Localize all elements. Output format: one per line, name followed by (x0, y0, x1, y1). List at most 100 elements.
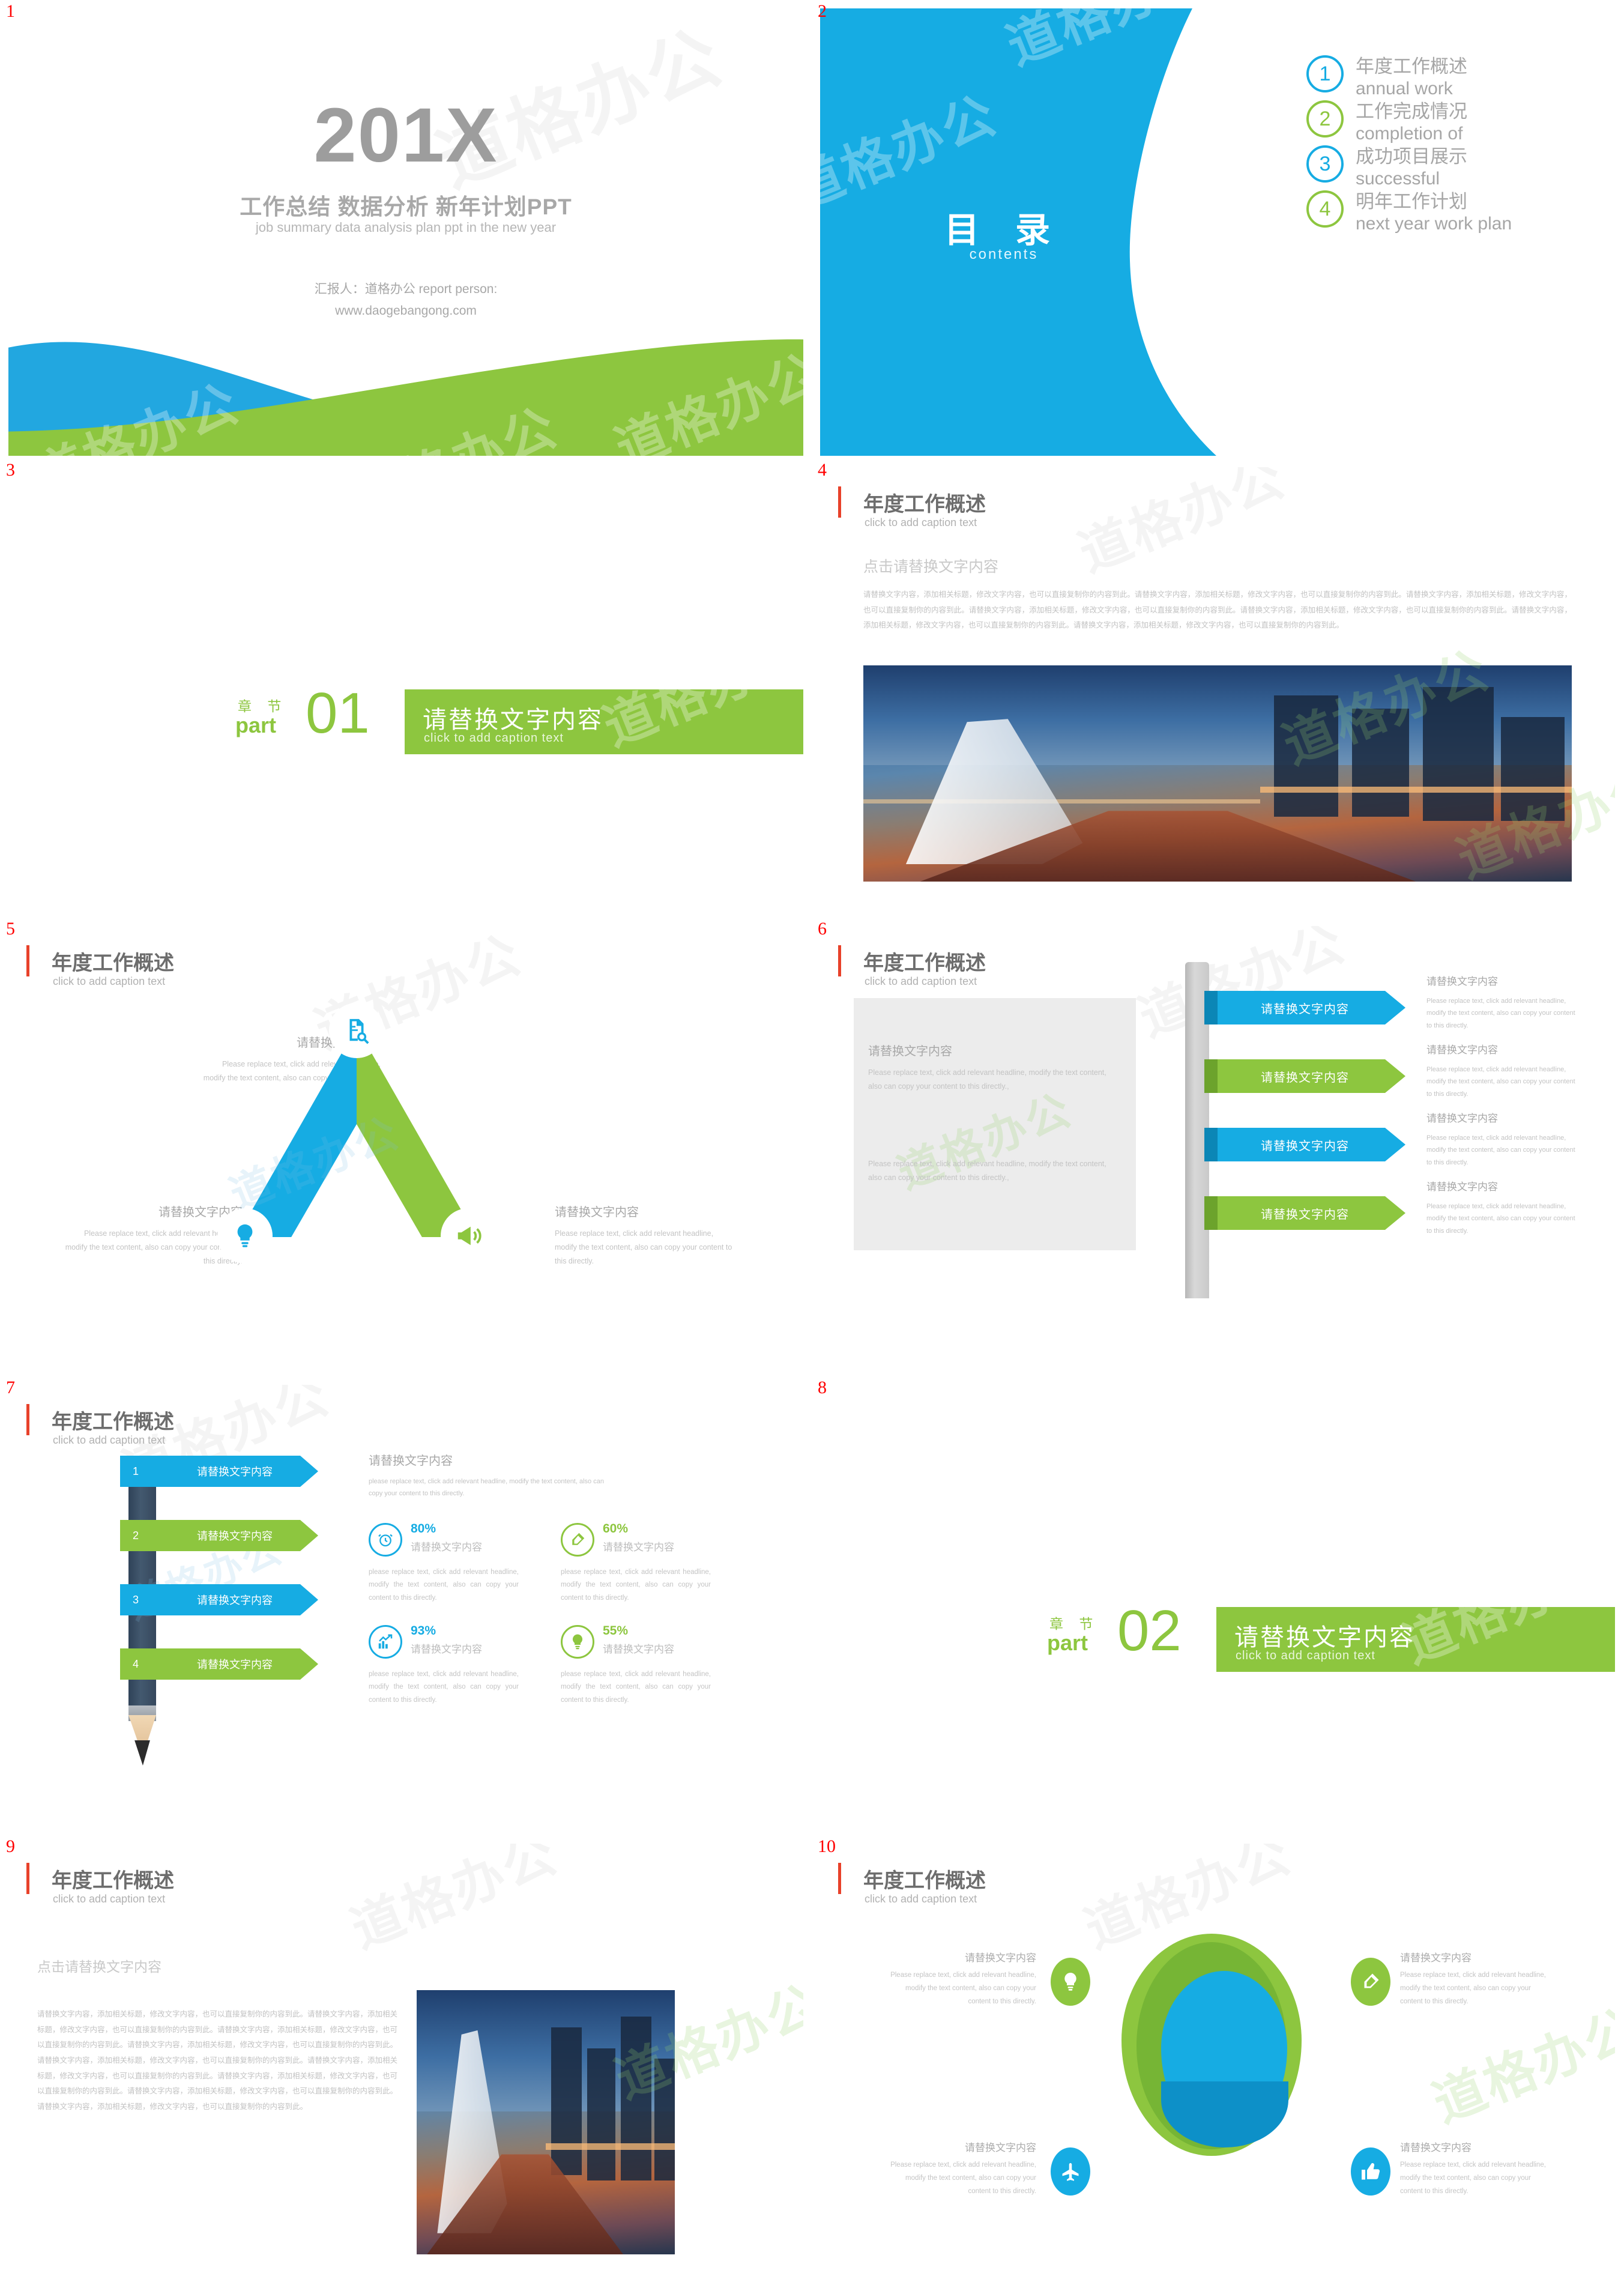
signpost-arrow[interactable]: 请替换文字内容 (1204, 1196, 1405, 1230)
airplane-icon (1051, 2147, 1090, 2196)
callout-desc: Please replace text, click add relevant … (555, 1229, 732, 1266)
document-search-icon (329, 1003, 384, 1058)
detail-desc: Please replace text, click add relevant … (1426, 1203, 1575, 1235)
section-title-cn: 请替换文字内容 (1234, 1624, 1415, 1651)
row-label: 请替换文字内容 (197, 1466, 273, 1478)
stat-percent: 55% (603, 1624, 629, 1638)
row-label: 请替换文字内容 (197, 1659, 273, 1671)
header-accent-bar (26, 1404, 29, 1435)
arrow-label: 请替换文字内容 (1261, 1139, 1349, 1153)
toc-item-number: 3 (1306, 145, 1344, 183)
cover-subtitle-en: job summary data analysis plan ppt in th… (255, 220, 557, 235)
slide-2-table-of-contents[interactable]: 2 道格办公 道格办公 目 录 contents 1 年度工作概述 annual… (812, 0, 1624, 459)
detail-title: 请替换文字内容 (1426, 1113, 1498, 1124)
toc-heading-en: contents (969, 246, 1039, 262)
header-accent-bar (26, 1863, 29, 1894)
toc-item[interactable]: 1 年度工作概述 annual work (1306, 55, 1595, 100)
pen-nib-icon (561, 1523, 594, 1557)
toc-item-number: 2 (1306, 100, 1344, 138)
toc-item[interactable]: 3 成功项目展示 successful (1306, 145, 1595, 190)
section-index: 02 (1117, 1599, 1182, 1663)
pencil-row[interactable]: 4 请替换文字内容 (120, 1648, 318, 1680)
section-zhangjie-label: 章 节 (238, 698, 288, 714)
right-intro: 请替换文字内容 please replace text, click add r… (369, 1451, 609, 1500)
slide-6-arrow-signposts[interactable]: 6 年度工作概述 click to add caption text 道格办公 … (812, 918, 1624, 1376)
slide-9-text-photo[interactable]: 9 年度工作概述 click to add caption text 道格办公 … (0, 1835, 812, 2294)
arrow-label: 请替换文字内容 (1261, 1208, 1349, 1221)
megaphone-icon (441, 1208, 496, 1264)
signpost-arrow[interactable]: 请替换文字内容 (1204, 1059, 1405, 1093)
callout-desc: Please replace text, click add relevant … (1400, 1972, 1546, 2005)
slide-1-cover[interactable]: 1 道格办公 201X 工作总结 数据分析 新年计划PPT job summar… (0, 0, 812, 459)
slide-number: 1 (6, 1, 15, 21)
lightbulb-icon (217, 1208, 273, 1264)
page-subtitle: click to add caption text (53, 1893, 166, 1905)
body-paragraph: 请替换文字内容，添加相关标题，修改文字内容，也可以直接复制你的内容到此。请替换文… (863, 590, 1572, 630)
page-subtitle: click to add caption text (865, 516, 977, 528)
toc-item-label-en: completion of (1356, 123, 1463, 144)
sphere-callout: 请替换文字内容 Please replace text, click add r… (886, 1949, 1036, 2009)
pencil-row[interactable]: 1 请替换文字内容 (120, 1456, 318, 1487)
callout-desc: Please replace text, click add relevant … (890, 2161, 1036, 2195)
stat-percent: 93% (411, 1624, 436, 1638)
pencil-lead (134, 1740, 150, 1766)
row-number: 1 (132, 1465, 139, 1477)
sphere-callout: 请替换文字内容 Please replace text, click add r… (886, 2139, 1036, 2199)
arrow-detail: 请替换文字内容 Please replace text, click add r… (1426, 1110, 1577, 1169)
watermark: 道格办公 (343, 1844, 566, 1960)
toc-item-label-cn: 年度工作概述 (1356, 56, 1467, 77)
toc-heading-cn: 目 录 (944, 211, 1064, 250)
detail-desc: Please replace text, click add relevant … (1426, 1134, 1575, 1166)
sphere-callout: 请替换文字内容 Please replace text, click add r… (1400, 1949, 1550, 2009)
toc-list: 1 年度工作概述 annual work 2 工作完成情况 completion… (1306, 55, 1595, 235)
toc-item-label-cn: 成功项目展示 (1356, 146, 1467, 167)
row-label: 请替换文字内容 (197, 1594, 273, 1606)
stat-label: 请替换文字内容 (603, 1644, 674, 1655)
row-number: 4 (132, 1657, 139, 1670)
slide-number: 8 (818, 1378, 827, 1397)
slide-5-triangle-diagram[interactable]: 5 年度工作概述 click to add caption text 道格办公 … (0, 918, 812, 1376)
lightbulb-icon (561, 1625, 594, 1659)
slide-3-section-divider-01[interactable]: 3 道格办公 章 节 part 01 请替换文字内容 click to add … (0, 459, 812, 918)
slide-number: 9 (6, 1836, 15, 1856)
city-bridge-photo (417, 1990, 675, 2254)
lightbulb-icon (1051, 1958, 1090, 2006)
callout-desc: Please replace text, click add relevant … (890, 1972, 1036, 2005)
callout-title: 请替换文字内容 (555, 1206, 639, 1219)
toc-item[interactable]: 4 明年工作计划 next year work plan (1306, 190, 1595, 235)
triangle-callout: 请替换文字内容 Please replace text, click add r… (555, 1202, 735, 1268)
signpost-arrow[interactable]: 请替换文字内容 (1204, 1128, 1405, 1161)
toc-item-label-en: annual work (1356, 78, 1453, 98)
triangle-graphic: 道格办公 (189, 1003, 525, 1286)
stat-percent: 60% (603, 1522, 629, 1536)
cover-reporter: 汇报人：道格办公 report person: www.daogebangong… (8, 279, 803, 321)
watermark: 道格办公 (1131, 926, 1354, 1048)
detail-title: 请替换文字内容 (1426, 1181, 1498, 1193)
arrow-detail: 请替换文字内容 Please replace text, click add r… (1426, 1041, 1577, 1100)
body-paragraph: 请替换文字内容，添加相关标题，修改文字内容，也可以直接复制你的内容到此。请替换文… (37, 2010, 398, 2111)
signpost-arrow[interactable]: 请替换文字内容 (1204, 991, 1405, 1024)
callout-title: 请替换文字内容 (1400, 1952, 1472, 1964)
section-title-en: click to add caption text (424, 731, 564, 745)
stat-desc: please replace text, click add relevant … (561, 1671, 711, 1704)
detail-desc: Please replace text, click add relevant … (1426, 997, 1575, 1029)
right-title: 请替换文字内容 (369, 1454, 453, 1468)
slide-10-sphere-callouts[interactable]: 10 年度工作概述 click to add caption text 道格办公… (812, 1835, 1624, 2294)
stat-desc: please replace text, click add relevant … (561, 1569, 711, 1602)
detail-title: 请替换文字内容 (1426, 1044, 1498, 1056)
toc-item-label-cn: 明年工作计划 (1356, 191, 1467, 212)
header-accent-bar (838, 945, 841, 976)
left-card-title: 请替换文字内容 (868, 1045, 952, 1058)
pencil-row[interactable]: 2 请替换文字内容 (120, 1520, 318, 1551)
stat-desc: please replace text, click add relevant … (369, 1569, 519, 1602)
pencil-row[interactable]: 3 请替换文字内容 (120, 1584, 318, 1615)
stat-label: 请替换文字内容 (411, 1644, 482, 1655)
toc-item[interactable]: 2 工作完成情况 completion of (1306, 100, 1595, 145)
slide-8-section-divider-02[interactable]: 8 道格办公 章 节 part 02 请替换文字内容 click to add … (812, 1376, 1624, 1835)
slide-4-overview-text-photo[interactable]: 4 年度工作概述 click to add caption text 道格办公 … (812, 459, 1624, 918)
sphere-callout: 请替换文字内容 Please replace text, click add r… (1400, 2139, 1550, 2199)
slide-7-pencil-list-stats[interactable]: 7 年度工作概述 click to add caption text 道格办公 … (0, 1376, 812, 1835)
arrow-label: 请替换文字内容 (1261, 1071, 1349, 1085)
toc-item-number: 4 (1306, 190, 1344, 228)
left-card-desc-1: Please replace text, click add relevant … (868, 1068, 1106, 1091)
